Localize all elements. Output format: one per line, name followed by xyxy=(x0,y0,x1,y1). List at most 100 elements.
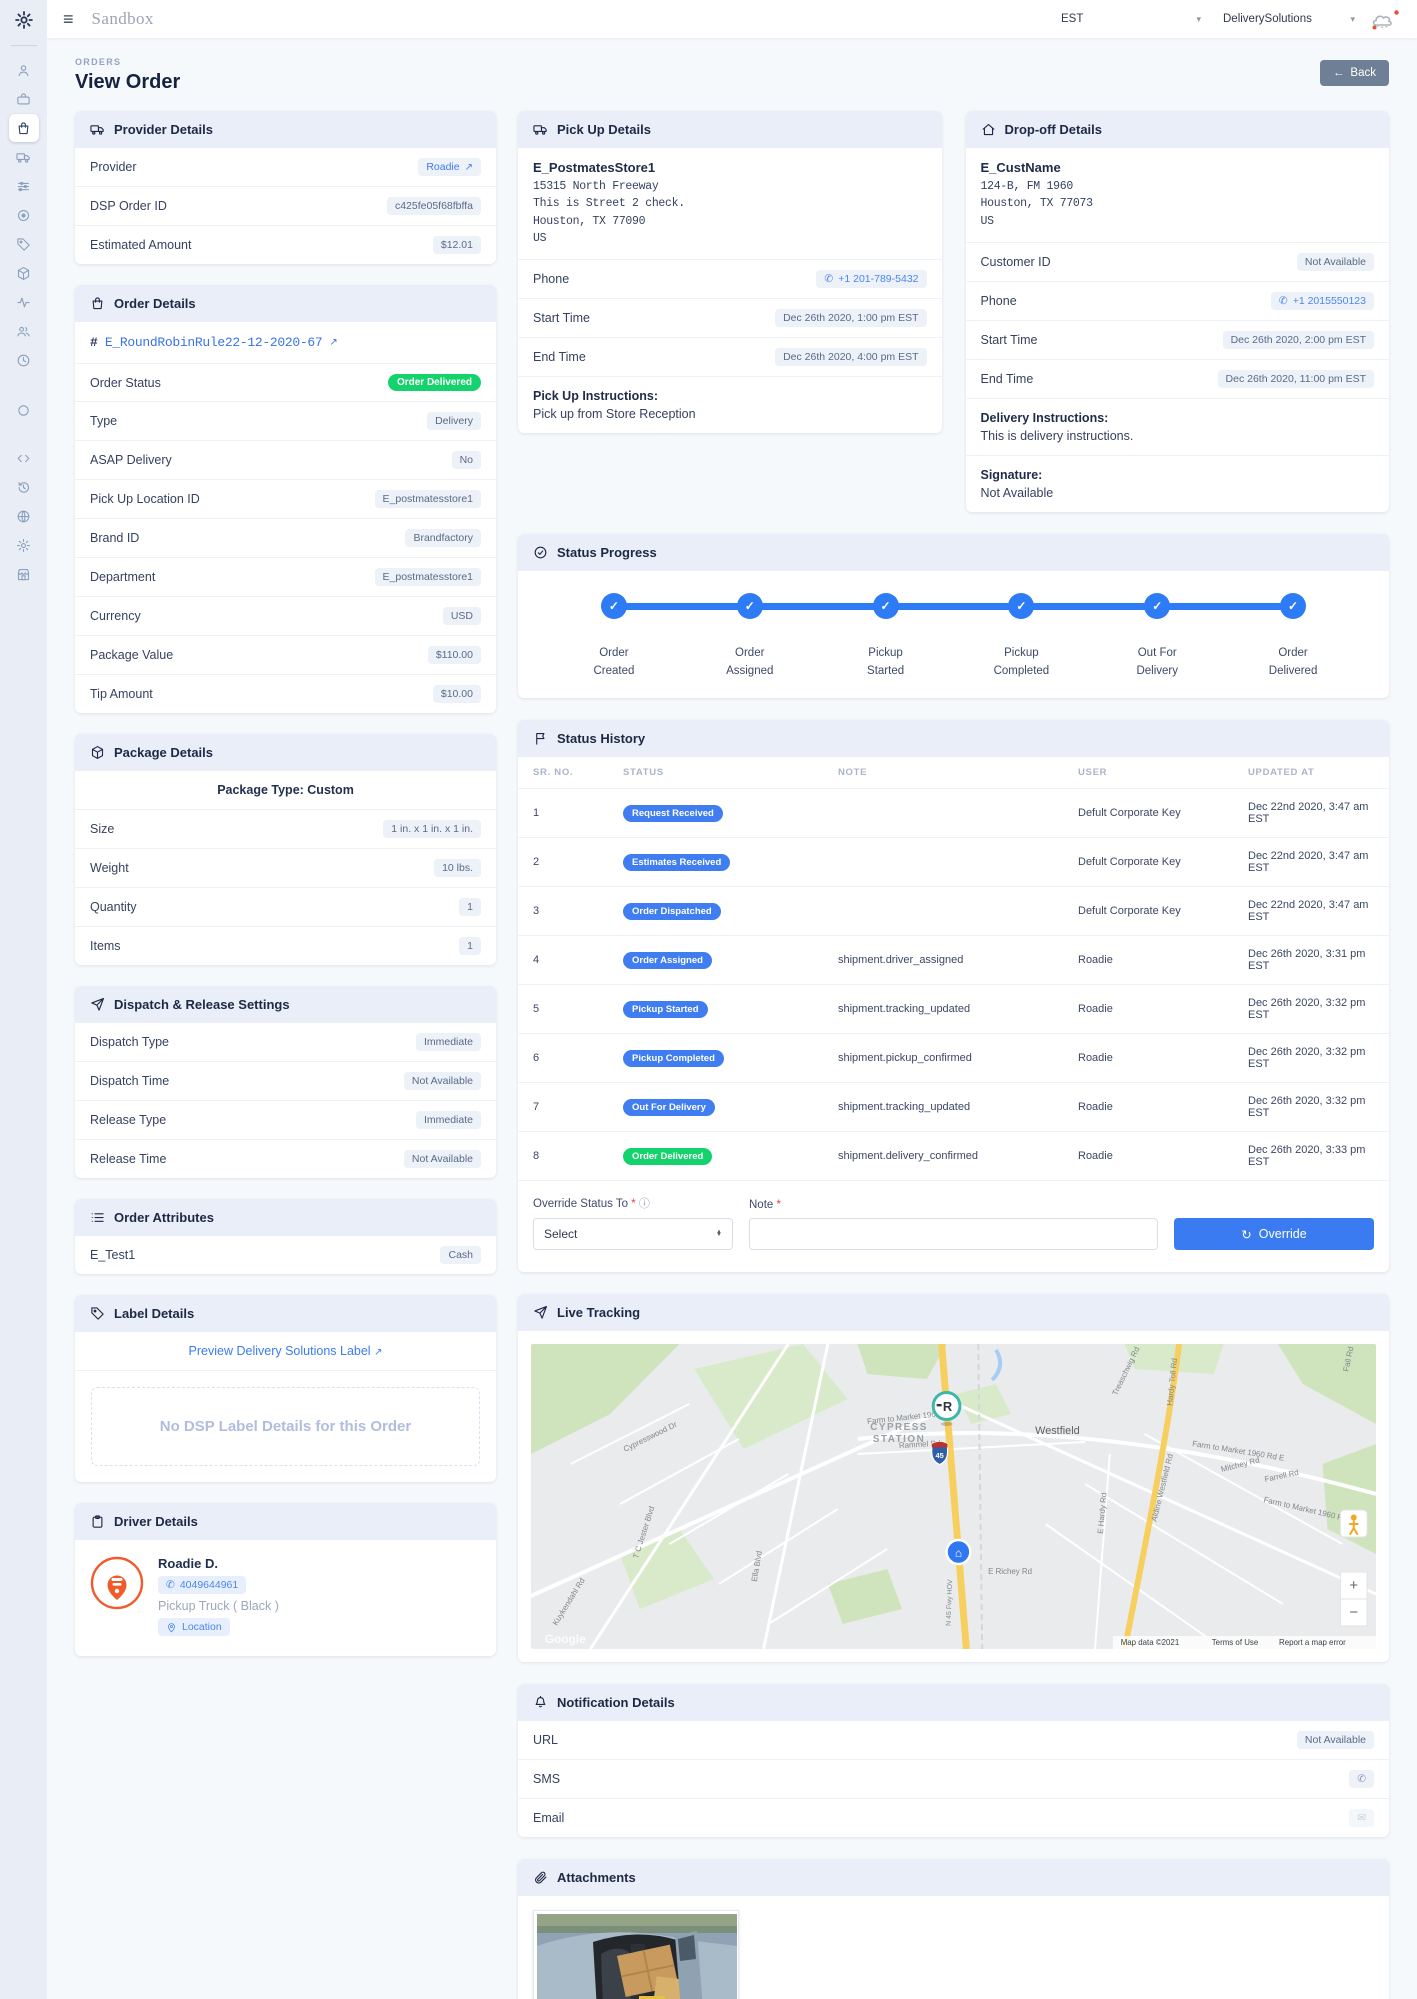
destination-home-icon: ⌂ xyxy=(955,1546,962,1560)
row-label: Currency xyxy=(90,609,141,623)
address-line: This is Street 2 check. xyxy=(533,195,927,212)
user: Roadie xyxy=(1078,1052,1248,1064)
row-label: Start Time xyxy=(981,333,1038,347)
map-attribution: Map data ©2021 xyxy=(1121,1638,1180,1647)
tracking-map[interactable]: Cypresswood Dr T C Jester Blvd Ella Blvd… xyxy=(531,1344,1376,1649)
menu-icon[interactable]: ≡ xyxy=(63,10,74,28)
order-number-link[interactable]: E_RoundRobinRule22-12-2020-67 xyxy=(105,335,323,350)
label-details-card: Label Details Preview Delivery Solutions… xyxy=(75,1295,496,1482)
target-icon xyxy=(16,208,31,223)
refresh-icon: ↻ xyxy=(1241,1227,1251,1242)
table-row: SMS✆ xyxy=(518,1760,1389,1799)
sms-phone-icon: ✆ xyxy=(1349,1770,1374,1788)
sidebar-item-store[interactable] xyxy=(9,560,39,588)
left-column: Provider Details ProviderRoadie↗ DSP Ord… xyxy=(75,111,496,1656)
row-label: Tip Amount xyxy=(90,687,153,701)
progress-stepper: ✓OrderCreated ✓OrderAssigned ✓PickupStar… xyxy=(518,571,1389,699)
address-line: Houston, TX 77073 xyxy=(981,195,1375,212)
step-label-line: Order xyxy=(726,645,773,663)
pegman-control[interactable] xyxy=(1340,1510,1367,1537)
sidebar-item-schedule[interactable] xyxy=(9,346,39,374)
preview-label-link[interactable]: Preview Delivery Solutions Label ↗ xyxy=(75,1332,496,1371)
table-row: Email✉ xyxy=(518,1799,1389,1837)
phone-icon: ✆ xyxy=(824,273,833,285)
status-badge: Order Assigned xyxy=(623,952,712,969)
row-value: 1 in. x 1 in. x 1 in. xyxy=(383,820,481,838)
table-row: 1Request ReceivedDefult Corporate KeyDec… xyxy=(518,789,1389,838)
check-icon: ✓ xyxy=(1144,593,1170,619)
sidebar-item-globe[interactable] xyxy=(9,502,39,530)
note: shipment.tracking_updated xyxy=(838,1003,1078,1015)
pickup-phone-link[interactable]: ✆+1 201-789-5432 xyxy=(816,270,926,288)
sidebar-item-users[interactable] xyxy=(9,317,39,345)
user: Roadie xyxy=(1078,954,1248,966)
info-icon: ⓘ xyxy=(639,1198,650,1210)
override-status-select[interactable]: Select ▲▼ xyxy=(533,1218,733,1250)
package-type: Package Type: Custom xyxy=(75,771,496,810)
sidebar-item-briefcase[interactable] xyxy=(9,85,39,113)
zoom-out-control[interactable]: − xyxy=(1340,1599,1367,1626)
organization-select[interactable]: DeliverySolutions ▾ xyxy=(1223,13,1355,25)
card-header: Pick Up Details xyxy=(518,111,942,148)
table-row: DSP Order IDc425fe05f68fbffa xyxy=(75,187,496,226)
sidebar-item-history[interactable] xyxy=(9,473,39,501)
sidebar-item-activity[interactable] xyxy=(9,288,39,316)
sidebar-item-target[interactable] xyxy=(9,201,39,229)
address-line: 15315 North Freeway xyxy=(533,178,927,195)
note: shipment.pickup_confirmed xyxy=(838,1052,1078,1064)
sidebar-item-developer[interactable] xyxy=(9,444,39,472)
driver-phone-link[interactable]: ✆4049644961 xyxy=(158,1576,246,1594)
provider-link[interactable]: Roadie↗ xyxy=(418,158,481,176)
table-header: SR. NO. STATUS NOTE USER UPDATED AT xyxy=(518,757,1389,789)
card-header: Label Details xyxy=(75,1295,496,1332)
user: Defult Corporate Key xyxy=(1078,905,1248,917)
sidebar-item-ring[interactable] xyxy=(9,396,39,424)
sidebar-item-packages[interactable] xyxy=(9,259,39,287)
instructions-text: This is delivery instructions. xyxy=(981,429,1375,443)
column-header: UPDATED AT xyxy=(1248,767,1374,778)
progress-step: ✓OrderCreated xyxy=(546,593,682,681)
destination-marker[interactable]: ⌂ xyxy=(947,1540,971,1564)
table-row: Release TypeImmediate xyxy=(75,1101,496,1140)
sidebar-item-settings-sliders[interactable] xyxy=(9,172,39,200)
driver-location-link[interactable]: Location xyxy=(158,1618,230,1636)
station-label: STATION xyxy=(873,1434,925,1445)
dropoff-phone-link[interactable]: ✆+1 2015550123 xyxy=(1271,292,1374,310)
report-map-error-link[interactable]: Report a map error xyxy=(1279,1638,1346,1647)
row-label: Type xyxy=(90,414,117,428)
back-button[interactable]: ← Back xyxy=(1320,60,1389,86)
note-input[interactable] xyxy=(749,1218,1158,1250)
sidebar-item-tags[interactable] xyxy=(9,230,39,258)
sidebar-item-orders[interactable] xyxy=(9,114,39,142)
pickup-photo-thumbnail[interactable] xyxy=(533,1910,739,1999)
zoom-in-control[interactable]: + xyxy=(1340,1572,1367,1599)
sr-no: 2 xyxy=(533,856,623,868)
step-label-line: Completed xyxy=(994,663,1050,681)
table-row: Brand IDBrandfactory xyxy=(75,519,496,558)
row-value: Immediate xyxy=(416,1033,481,1051)
address-line: 124-B, FM 1960 xyxy=(981,178,1375,195)
row-value: 10 lbs. xyxy=(434,859,481,877)
sidebar-item-preferences[interactable] xyxy=(9,531,39,559)
note: shipment.tracking_updated xyxy=(838,1101,1078,1113)
terms-link[interactable]: Terms of Use xyxy=(1212,1638,1259,1647)
sidebar-item-deliveries[interactable] xyxy=(9,143,39,171)
app-logo-gear-icon[interactable] xyxy=(14,10,34,35)
send-icon xyxy=(533,1305,548,1320)
timezone-select[interactable]: EST ▾ xyxy=(1061,13,1201,25)
table-row: Pick Up Location IDE_postmatesstore1 xyxy=(75,480,496,519)
step-label-line: Started xyxy=(867,663,904,681)
organization-value: DeliverySolutions xyxy=(1223,13,1312,25)
address-line: Houston, TX 77090 xyxy=(533,213,927,230)
table-row: DepartmentE_postmatesstore1 xyxy=(75,558,496,597)
status-badge: Out For Delivery xyxy=(623,1099,715,1116)
sidebar-item-user[interactable] xyxy=(9,56,39,84)
table-row: Release TimeNot Available xyxy=(75,1140,496,1178)
override-button[interactable]: ↻Override xyxy=(1174,1218,1374,1250)
sr-no: 3 xyxy=(533,905,623,917)
row-label: Brand ID xyxy=(90,531,139,545)
table-row: Start TimeDec 26th 2020, 2:00 pm EST xyxy=(966,321,1390,360)
pickup-address-block: E_PostmatesStore1 15315 North Freeway Th… xyxy=(518,148,942,260)
row-label: Email xyxy=(533,1811,564,1825)
row-label: Start Time xyxy=(533,311,590,325)
